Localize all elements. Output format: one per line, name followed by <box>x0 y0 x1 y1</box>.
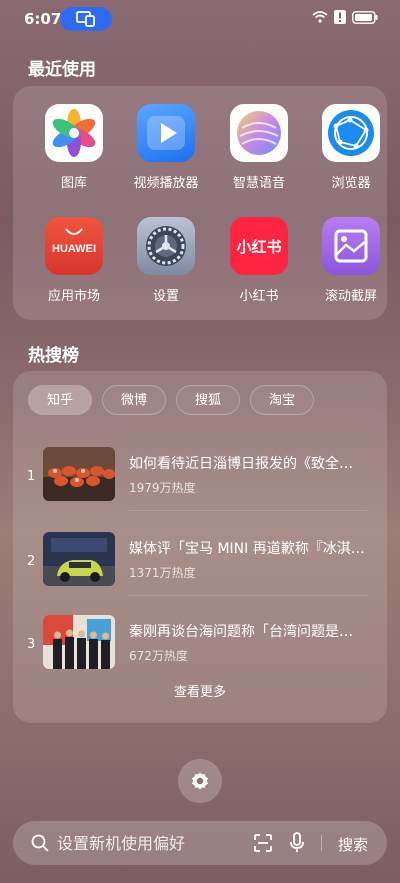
app-video-player[interactable]: 视频播放器 <box>126 104 206 191</box>
hot-title: 如何看待近日淄博日报发的《致全市人民的一封信》 <box>129 456 365 472</box>
gear-icon <box>192 772 208 790</box>
view-more-link[interactable]: 查看更多 <box>13 681 387 700</box>
hot-rank: 3 <box>27 637 36 652</box>
app-label: 浏览器 <box>331 176 371 191</box>
app-voice-assistant[interactable]: 智慧语音 <box>219 104 299 191</box>
battery-icon <box>352 10 378 24</box>
system-icons <box>312 10 378 24</box>
hot-item[interactable]: 3 秦刚再谈台海问题称「台湾问题是中国内政」 672万热度 <box>13 611 387 681</box>
hot-thumbnail <box>43 447 115 501</box>
hot-search-panel: 知乎 微博 搜狐 淘宝 1 如何看待近日淄博日报发的《致全市人民的一封信》 <box>13 371 387 723</box>
video-player-icon <box>137 104 195 162</box>
scroll-screenshot-icon <box>322 217 380 275</box>
huawei-wordmark: HUAWEI <box>52 243 96 255</box>
tab-weibo[interactable]: 微博 <box>102 385 167 415</box>
recent-apps-panel: 图库 视频播放器 智慧语音 浏览器 HUAWEI 应用市场 设置 小红书 小红书… <box>13 86 387 320</box>
hot-heat: 1979万热度 <box>129 481 196 495</box>
app-gallery[interactable]: 图库 <box>34 104 114 191</box>
alert-icon <box>334 10 346 24</box>
app-settings[interactable]: 设置 <box>126 217 206 304</box>
divider <box>129 510 367 511</box>
gallery-icon <box>45 104 103 162</box>
divider <box>129 595 367 596</box>
hot-heat: 672万热度 <box>129 649 188 663</box>
app-browser[interactable]: 浏览器 <box>311 104 391 191</box>
multi-device-icon <box>76 11 95 27</box>
search-input[interactable] <box>57 829 247 857</box>
search-icon <box>31 834 49 852</box>
microphone-icon[interactable] <box>289 832 305 854</box>
status-bar: 6:07 <box>0 0 400 36</box>
hot-heat: 1371万热度 <box>129 566 196 580</box>
status-time: 6:07 <box>24 10 62 28</box>
hot-rank: 2 <box>27 554 36 569</box>
app-label: 小红书 <box>239 289 279 304</box>
search-divider <box>321 835 322 851</box>
hot-item[interactable]: 2 媒体评「宝马 MINI 再道歉称『冰淇淋事件』」 1371万热度 <box>13 528 387 598</box>
multi-device-pill[interactable] <box>60 7 112 31</box>
hot-rank: 1 <box>27 469 36 484</box>
app-scroll-screenshot[interactable]: 滚动截屏 <box>311 217 391 304</box>
hot-title: 媒体评「宝马 MINI 再道歉称『冰淇淋事件』」 <box>129 541 365 557</box>
tab-sohu[interactable]: 搜狐 <box>176 385 241 415</box>
hot-title: 秦刚再谈台海问题称「台湾问题是中国内政」 <box>129 624 365 640</box>
app-label: 应用市场 <box>47 289 100 304</box>
settings-icon <box>137 217 195 275</box>
app-label: 滚动截屏 <box>324 289 377 304</box>
app-label: 视频播放器 <box>133 176 199 191</box>
tab-zhihu[interactable]: 知乎 <box>28 385 93 415</box>
search-button[interactable]: 搜索 <box>338 834 368 855</box>
app-xiaohongshu[interactable]: 小红书 小红书 <box>219 217 299 304</box>
hot-item[interactable]: 1 如何看待近日淄博日报发的《致全市人民的一封信》 1979万热度 <box>13 443 387 513</box>
hot-tabs: 知乎 微博 搜狐 淘宝 <box>28 385 315 415</box>
app-label: 图库 <box>60 176 87 191</box>
scan-icon[interactable] <box>253 833 273 853</box>
hot-thumbnail <box>43 532 115 586</box>
hot-section-title: 热搜榜 <box>28 346 79 366</box>
app-label: 设置 <box>152 289 179 304</box>
xiaohongshu-icon: 小红书 <box>230 217 288 275</box>
recent-section-title: 最近使用 <box>28 60 96 80</box>
wifi-icon <box>312 11 328 23</box>
app-market-icon: HUAWEI <box>45 217 103 275</box>
app-app-market[interactable]: HUAWEI 应用市场 <box>34 217 114 304</box>
tab-taobao[interactable]: 淘宝 <box>250 385 315 415</box>
settings-button[interactable] <box>178 759 222 803</box>
hot-thumbnail <box>43 615 115 669</box>
voice-assistant-icon <box>230 104 288 162</box>
search-bar: 搜索 <box>13 821 387 865</box>
app-label: 智慧语音 <box>232 176 285 191</box>
browser-icon <box>322 104 380 162</box>
xiaohongshu-wordmark: 小红书 <box>236 238 281 256</box>
